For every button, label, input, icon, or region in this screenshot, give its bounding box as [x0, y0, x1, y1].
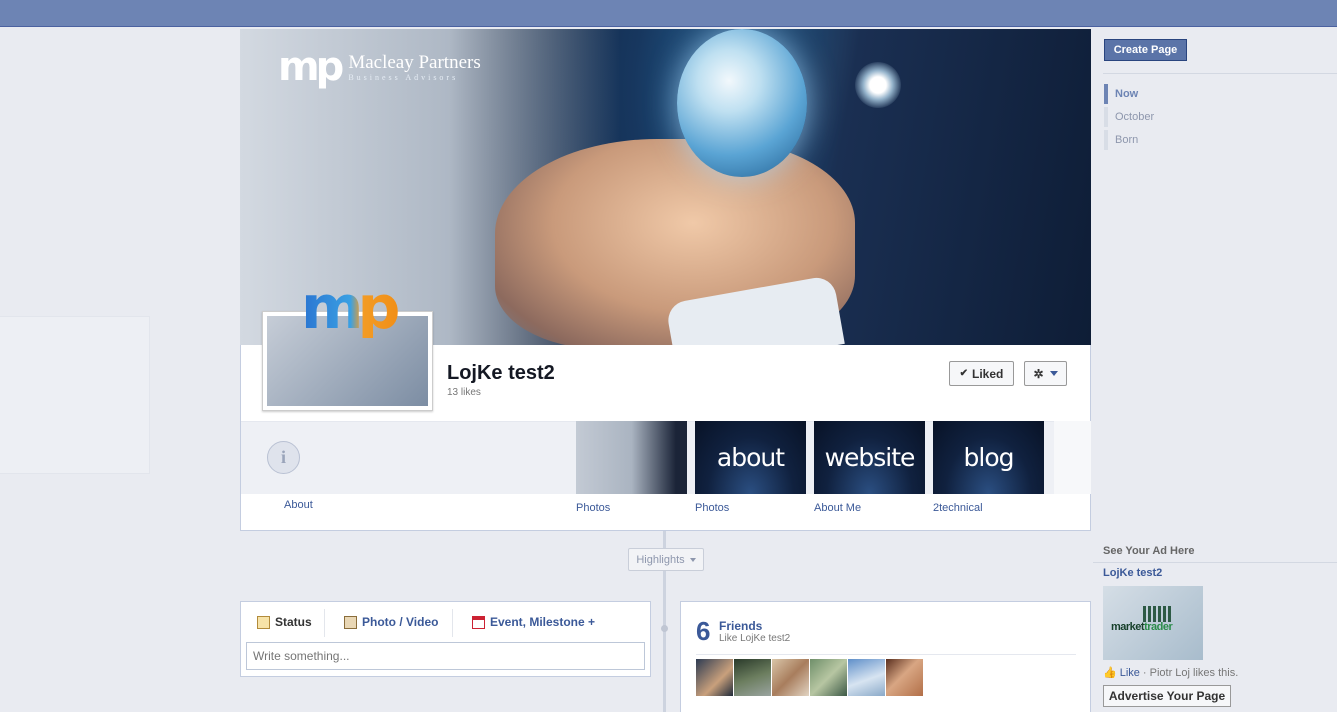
ad-heading[interactable]: See Your Ad Here [1103, 545, 1195, 557]
photo-icon [344, 615, 357, 629]
app-2technical[interactable]: blog 2technical [933, 421, 1044, 514]
cover-flare [855, 62, 901, 108]
timeline-dot [661, 625, 668, 632]
profile-picture[interactable]: mp [262, 278, 433, 411]
friends-title[interactable]: Friends [719, 619, 762, 633]
ad-like-link[interactable]: Like [1120, 667, 1140, 679]
ad-image[interactable]: markettrader [1103, 586, 1203, 660]
page-title[interactable]: LojKe test2 [447, 362, 555, 385]
ad-like-line: 👍 Like · Piotr Loj likes this. [1103, 666, 1239, 680]
divider [1103, 73, 1337, 74]
chevron-down-icon [689, 557, 696, 562]
post-composer: Status Photo / Video Event, Milestone + [240, 601, 651, 677]
app-label[interactable]: 2technical [933, 502, 1044, 514]
app-label[interactable]: Photos [576, 502, 687, 514]
app-label[interactable]: About [284, 499, 313, 511]
tab-divider [452, 609, 453, 637]
friend-avatar[interactable] [886, 659, 923, 696]
app-thumbnail[interactable]: blog [933, 421, 1044, 494]
friend-avatar[interactable] [696, 659, 733, 696]
apps-row: i About Photos about Photos website Abou… [241, 421, 1092, 531]
tab-label: Event, Milestone + [490, 615, 596, 629]
ad-title[interactable]: LojKe test2 [1103, 567, 1162, 579]
friend-avatar[interactable] [848, 659, 885, 696]
friend-avatar[interactable] [734, 659, 771, 696]
status-icon [257, 615, 270, 629]
divider [1093, 562, 1337, 563]
brand-logo: mp Macleay Partners Business Advisors [278, 47, 481, 87]
app-photos[interactable]: Photos [576, 421, 687, 514]
create-page-button[interactable]: Create Page [1104, 39, 1187, 61]
tab-event-milestone[interactable]: Event, Milestone + [472, 615, 595, 629]
timeline-nav-october[interactable]: October [1104, 107, 1224, 127]
app-thumbnail[interactable]: about [695, 421, 806, 494]
app-more-slot[interactable] [1054, 421, 1091, 494]
brand-mark: mp [278, 44, 344, 90]
friend-avatars [696, 659, 924, 696]
profile-logo-mark: mp [301, 278, 411, 338]
ad-like-text: · Piotr Loj likes this. [1142, 666, 1239, 679]
chevron-down-icon [1049, 371, 1058, 376]
friends-subtitle: Like LojKe test2 [719, 633, 791, 644]
advertise-page-button[interactable]: Advertise Your Page [1103, 685, 1231, 707]
app-label[interactable]: About Me [814, 502, 925, 514]
tab-status[interactable]: Status [257, 615, 312, 629]
tab-label: Status [275, 615, 312, 629]
app-about[interactable]: i About [241, 421, 568, 511]
app-label[interactable]: Photos [695, 502, 806, 514]
tab-photo-video[interactable]: Photo / Video [344, 615, 438, 629]
brand-tagline: Business Advisors [348, 72, 459, 82]
app-thumbnail[interactable] [576, 421, 687, 494]
thumbs-up-icon: 👍 [1103, 667, 1117, 679]
divider [696, 654, 1076, 655]
page-likes-count[interactable]: 13 likes [447, 387, 481, 398]
friends-count: 6 [696, 616, 711, 646]
liked-button[interactable]: ✔ Liked [949, 361, 1014, 386]
highlights-dropdown[interactable]: Highlights [628, 548, 704, 571]
timeline-nav-now[interactable]: Now [1104, 84, 1224, 104]
left-panel-ghost [0, 316, 150, 474]
timeline-nav-born[interactable]: Born [1104, 130, 1224, 150]
app-about-me[interactable]: website About Me [814, 421, 925, 514]
friends-box: 6 Friends Like LojKe test2 [680, 601, 1091, 712]
highlights-label: Highlights [636, 553, 685, 566]
app-photos-about[interactable]: about Photos [695, 421, 806, 514]
calendar-icon [472, 615, 485, 629]
info-icon: i [267, 441, 300, 474]
liked-label: Liked [972, 366, 1004, 381]
cover-globe [677, 29, 807, 177]
brand-name: Macleay Partners [348, 51, 481, 73]
ad-image-text: markettrader [1111, 621, 1173, 633]
settings-button[interactable]: ✲ [1024, 361, 1067, 386]
write-something-input[interactable] [246, 642, 645, 670]
top-bar [0, 0, 1337, 27]
tab-divider [324, 609, 325, 637]
friend-avatar[interactable] [810, 659, 847, 696]
friend-avatar[interactable] [772, 659, 809, 696]
app-thumbnail[interactable]: website [814, 421, 925, 494]
tab-label: Photo / Video [362, 615, 439, 629]
chart-bars-icon [1143, 606, 1173, 622]
check-icon: ✔ [959, 368, 969, 379]
gear-icon: ✲ [1033, 366, 1044, 381]
